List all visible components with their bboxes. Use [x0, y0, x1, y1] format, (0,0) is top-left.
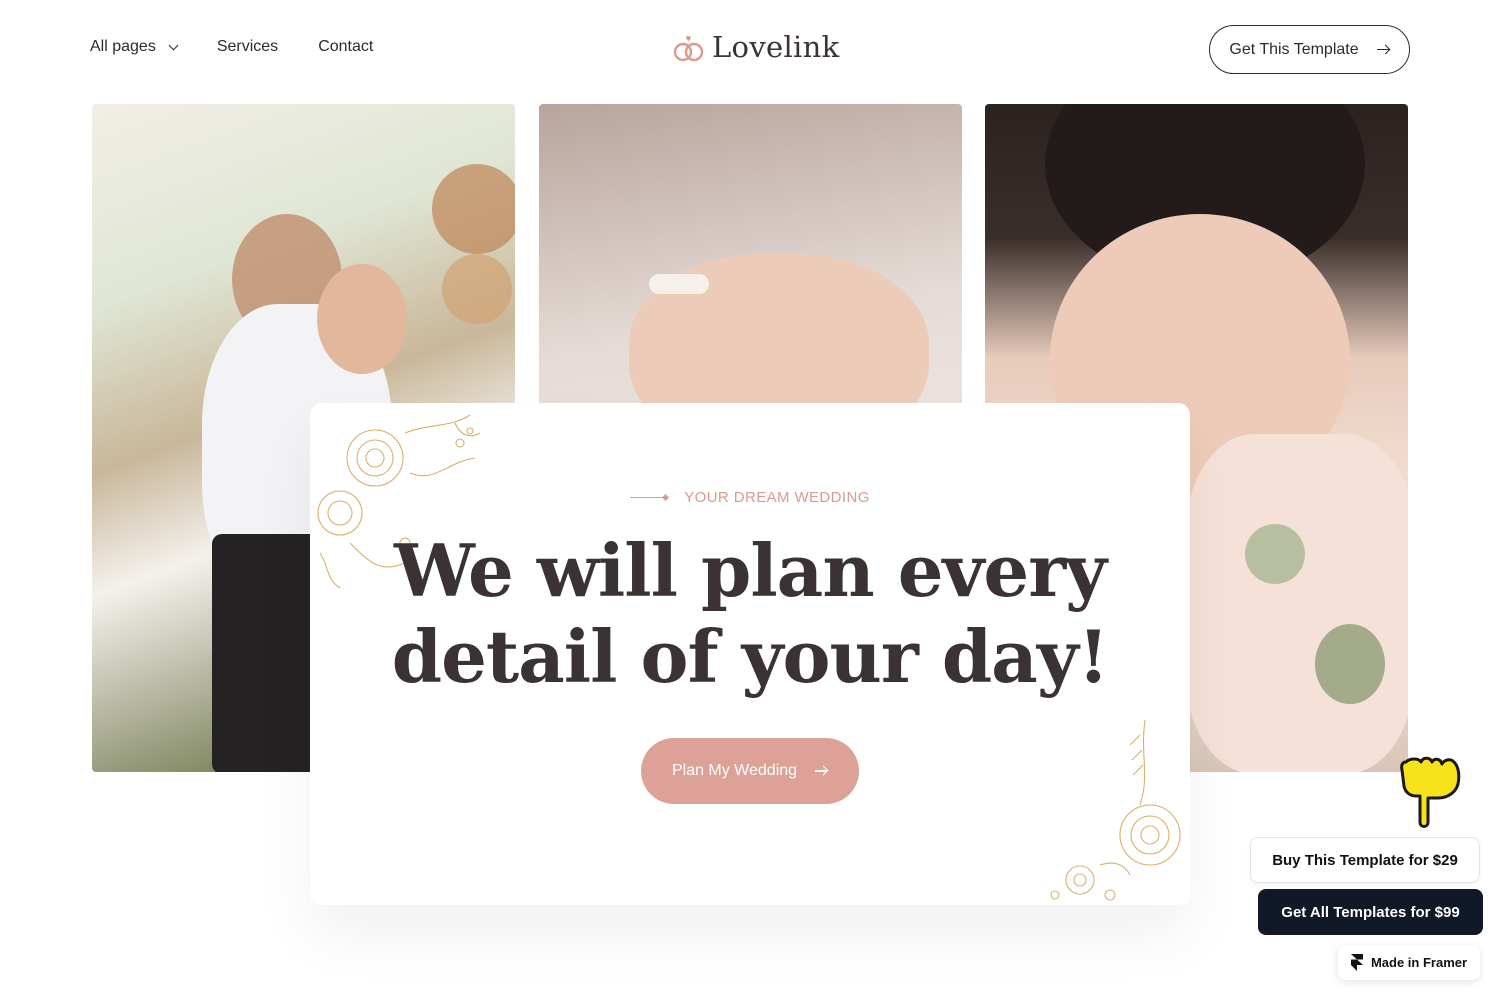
made-in-framer-label: Made in Framer — [1370, 955, 1468, 970]
headline-line-2: detail of your day! — [391, 614, 1110, 699]
nav-services[interactable]: Services — [217, 38, 278, 56]
made-in-framer-badge[interactable]: Made in Framer — [1338, 945, 1480, 980]
arrow-line-icon — [630, 496, 667, 499]
nav-all-pages-label: All pages — [90, 38, 156, 55]
framer-icon — [1350, 954, 1363, 971]
hero-card: YOUR DREAM WEDDING We will plan every de… — [310, 403, 1190, 905]
logo-text: Lovelink — [712, 30, 840, 64]
plan-wedding-label: Plan My Wedding — [671, 762, 798, 779]
arrow-right-icon — [815, 766, 828, 776]
hero-eyebrow: YOUR DREAM WEDDING — [310, 489, 1190, 506]
rings-icon — [673, 35, 704, 62]
get-template-label: Get This Template — [1229, 40, 1359, 58]
get-template-button[interactable]: Get This Template — [1209, 25, 1410, 74]
nav-links: All pages Services Contact — [90, 38, 413, 56]
floral-ornament — [1050, 719, 1181, 901]
top-nav: All pages Services Contact Lovelink Get … — [0, 0, 1500, 100]
headline-line-1: We will plan every — [394, 528, 1107, 613]
nav-services-label: Services — [216, 38, 279, 55]
buy-template-label: Buy This Template for $29 — [1272, 851, 1458, 869]
pointing-hand-icon — [1400, 756, 1461, 828]
plan-wedding-button[interactable]: Plan My Wedding — [641, 738, 859, 804]
nav-contact[interactable]: Contact — [318, 38, 373, 56]
hero-eyebrow-text: YOUR DREAM WEDDING — [684, 489, 870, 506]
nav-contact-label: Contact — [318, 38, 374, 55]
arrow-right-icon — [1376, 45, 1390, 55]
buy-template-button[interactable]: Buy This Template for $29 — [1250, 837, 1480, 883]
all-templates-label: Get All Templates for $99 — [1281, 903, 1460, 921]
chevron-down-icon — [168, 40, 179, 50]
all-templates-button[interactable]: Get All Templates for $99 — [1258, 889, 1483, 935]
logo[interactable]: Lovelink — [672, 30, 839, 64]
hero-headline: We will plan every detail of your day! — [310, 528, 1190, 700]
nav-all-pages[interactable]: All pages — [90, 38, 179, 56]
